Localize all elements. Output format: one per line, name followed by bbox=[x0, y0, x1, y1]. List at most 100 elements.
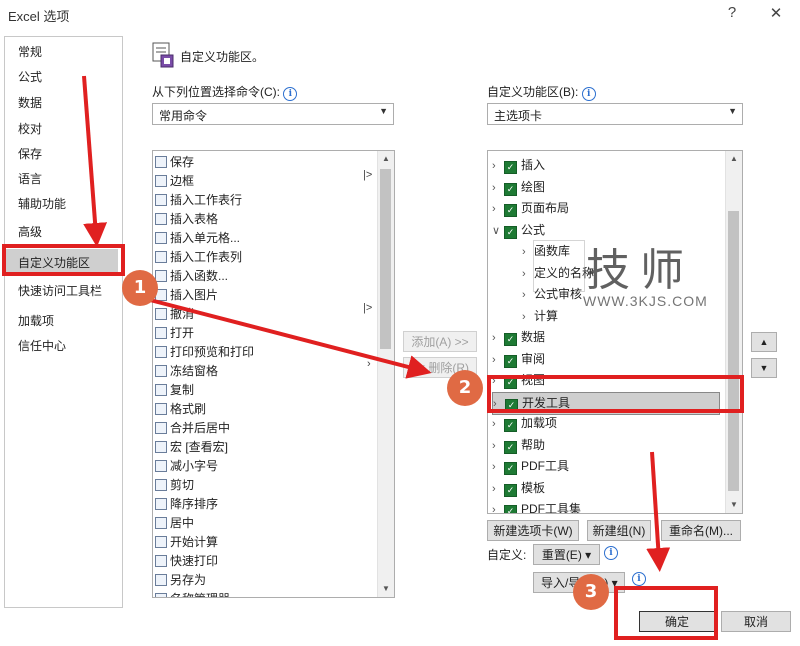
info-icon[interactable]: i bbox=[581, 87, 596, 101]
command-item[interactable]: 插入表格 bbox=[155, 210, 218, 229]
command-item[interactable]: 剪切 bbox=[155, 476, 194, 495]
ribbon-tree[interactable]: › ✓ 插入 › ✓ 绘图 › ✓ 页面布局 ∨ ✓ 公式 › 函数库 › 定义的名称 › 公式审核 › 计算 › ✓ 数据… bbox=[487, 150, 743, 514]
checkbox[interactable]: ✓ bbox=[504, 462, 517, 475]
command-item[interactable]: 冻结窗格 bbox=[155, 362, 218, 381]
checkbox[interactable]: ✓ bbox=[504, 419, 517, 432]
checkbox[interactable]: ✓ bbox=[504, 161, 517, 174]
scroll-thumb[interactable] bbox=[728, 211, 739, 491]
customize-ribbon-dropdown[interactable]: 主选项卡 ▼ bbox=[487, 103, 743, 125]
command-item[interactable]: 插入工作表列 bbox=[155, 248, 242, 267]
tree-tab-item[interactable]: › ✓ 绘图 bbox=[492, 177, 545, 198]
command-item[interactable]: 边框 bbox=[155, 172, 194, 191]
chevron-right-icon[interactable]: › bbox=[492, 156, 504, 177]
sidebar-item-proofing[interactable]: 校对 bbox=[18, 120, 42, 137]
tree-tab-item[interactable]: › ✓ 页面布局 bbox=[492, 198, 569, 219]
commands-scrollbar[interactable]: ▲ ▼ bbox=[377, 151, 394, 597]
tree-scrollbar[interactable]: ▲ ▼ bbox=[725, 151, 742, 513]
sidebar-item-save[interactable]: 保存 bbox=[18, 145, 42, 162]
checkbox[interactable]: ✓ bbox=[504, 225, 517, 239]
close-button[interactable]: ✕ bbox=[766, 4, 786, 22]
command-icon bbox=[155, 308, 167, 320]
scroll-down-icon[interactable]: ▼ bbox=[726, 497, 742, 513]
help-button[interactable]: ? bbox=[722, 4, 742, 21]
cancel-button[interactable]: 取消 bbox=[721, 611, 791, 632]
sidebar-item-accessibility[interactable]: 辅助功能 bbox=[18, 195, 66, 212]
rename-button[interactable]: 重命名(M)... bbox=[661, 520, 741, 541]
chevron-right-icon[interactable]: › bbox=[492, 350, 504, 371]
command-item[interactable]: 居中 bbox=[155, 514, 194, 533]
command-item[interactable]: 保存 bbox=[155, 153, 194, 172]
new-group-button[interactable]: 新建组(N) bbox=[587, 520, 651, 541]
add-button[interactable]: 添加(A) >> bbox=[403, 331, 477, 352]
checkbox[interactable]: ✓ bbox=[504, 204, 517, 217]
tree-tab-item[interactable]: › ✓ 数据 bbox=[492, 327, 545, 348]
sidebar-item-add-ins[interactable]: 加载项 bbox=[18, 312, 54, 329]
checkbox[interactable]: ✓ bbox=[504, 354, 517, 368]
info-icon[interactable]: i bbox=[283, 87, 298, 101]
chevron-right-icon[interactable]: › bbox=[492, 414, 504, 435]
move-down-button[interactable]: ▼ bbox=[751, 358, 777, 378]
command-item[interactable]: 插入工作表行 bbox=[155, 191, 242, 210]
checkbox[interactable]: ✓ bbox=[504, 333, 517, 346]
scroll-down-icon[interactable]: ▼ bbox=[378, 581, 394, 597]
command-item[interactable]: 宏 [查看宏] bbox=[155, 438, 228, 457]
scroll-up-icon[interactable]: ▲ bbox=[726, 151, 742, 167]
checkbox[interactable]: ✓ bbox=[504, 440, 517, 454]
tree-tab-item[interactable]: › ✓ 审阅 bbox=[492, 349, 545, 370]
command-item[interactable]: 合并后居中 bbox=[155, 419, 230, 438]
command-item[interactable]: 开始计算 bbox=[155, 533, 218, 552]
command-item[interactable]: 复制 bbox=[155, 381, 194, 400]
new-tab-button[interactable]: 新建选项卡(W) bbox=[487, 520, 579, 541]
sidebar-item-advanced[interactable]: 高级 bbox=[18, 223, 42, 240]
sidebar-item-trust-center[interactable]: 信任中心 bbox=[18, 337, 66, 354]
chevron-right-icon[interactable]: › bbox=[522, 307, 534, 328]
tree-tab-item[interactable]: › ✓ 插入 bbox=[492, 155, 545, 176]
command-item[interactable]: 另存为 bbox=[155, 571, 206, 590]
chevron-right-icon[interactable]: › bbox=[492, 199, 504, 220]
sidebar-item-formulas[interactable]: 公式 bbox=[18, 68, 42, 85]
move-up-button[interactable]: ▲ bbox=[751, 332, 777, 352]
tree-tab-item[interactable]: › ✓ PDF工具 bbox=[492, 456, 569, 477]
command-item[interactable]: 快速打印 bbox=[155, 552, 218, 571]
checkbox[interactable]: ✓ bbox=[504, 483, 517, 497]
tree-tab-item[interactable]: › ✓ 帮助 bbox=[492, 435, 545, 456]
choose-commands-dropdown[interactable]: 常用命令 ▼ bbox=[152, 103, 394, 125]
command-icon bbox=[155, 422, 167, 434]
tree-group-item[interactable]: › 计算 bbox=[522, 306, 558, 327]
chevron-right-icon[interactable]: › bbox=[492, 328, 504, 349]
sidebar-item-language[interactable]: 语言 bbox=[18, 170, 42, 187]
chevron-right-icon[interactable]: › bbox=[492, 479, 504, 500]
sidebar-item-quick-access-toolbar[interactable]: 快速访问工具栏 bbox=[18, 282, 102, 299]
sidebar-item-data[interactable]: 数据 bbox=[18, 94, 42, 111]
scroll-thumb[interactable] bbox=[380, 169, 391, 349]
tree-tab-item[interactable]: ∨ ✓ 公式 bbox=[492, 220, 545, 241]
chevron-right-icon[interactable]: › bbox=[492, 436, 504, 457]
checkbox[interactable]: ✓ bbox=[504, 505, 517, 513]
scroll-up-icon[interactable]: ▲ bbox=[378, 151, 394, 167]
command-item[interactable]: 撤消 bbox=[155, 305, 194, 324]
command-item[interactable]: 插入图片 bbox=[155, 286, 218, 305]
tree-tab-item[interactable]: › ✓ 模板 bbox=[492, 478, 545, 499]
info-icon[interactable]: i bbox=[604, 546, 618, 560]
command-item[interactable]: 插入函数... bbox=[155, 267, 228, 286]
command-item[interactable]: 插入单元格... bbox=[155, 229, 240, 248]
tree-tab-item[interactable]: › ✓ 加载项 bbox=[492, 413, 557, 434]
command-item[interactable]: 格式刷 bbox=[155, 400, 206, 419]
command-item[interactable]: 降序排序 bbox=[155, 495, 218, 514]
command-item[interactable]: 打印预览和打印 bbox=[155, 343, 254, 362]
info-icon[interactable]: i bbox=[632, 572, 646, 586]
chevron-right-icon[interactable]: › bbox=[492, 500, 504, 513]
chevron-right-icon[interactable]: › bbox=[492, 178, 504, 199]
chevron-down-icon[interactable]: ∨ bbox=[492, 221, 504, 242]
commands-list[interactable]: 保存 边框 插入工作表行 插入表格 插入单元格... 插入工作表列 插入函数... 插入图片撤… bbox=[152, 150, 395, 598]
choose-commands-label-text: 从下列位置选择命令(C): bbox=[152, 85, 280, 99]
checkbox[interactable]: ✓ bbox=[504, 182, 517, 196]
chevron-right-icon[interactable]: › bbox=[492, 457, 504, 478]
command-item[interactable]: 名称管理器 bbox=[155, 590, 230, 597]
submenu-arrow-icon: › bbox=[367, 358, 371, 370]
command-item[interactable]: 减小字号 bbox=[155, 457, 218, 476]
command-item[interactable]: 打开 bbox=[155, 324, 194, 343]
tree-tab-item[interactable]: › ✓ PDF工具集 bbox=[492, 499, 581, 513]
reset-button[interactable]: 重置(E) ▾ bbox=[533, 544, 600, 565]
sidebar-item-general[interactable]: 常规 bbox=[18, 43, 42, 60]
